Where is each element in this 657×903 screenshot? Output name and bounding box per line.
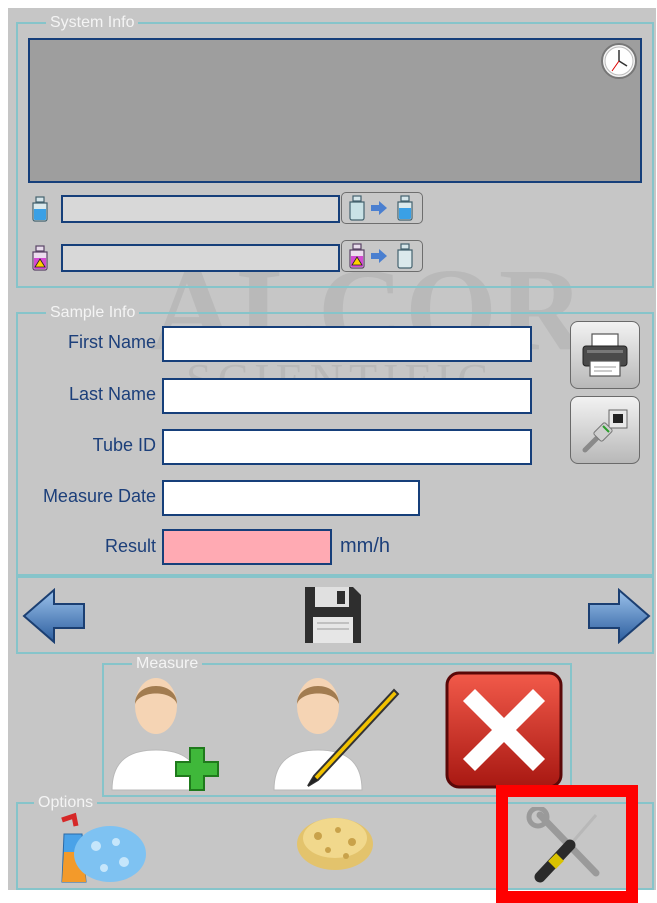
first-name-label: First Name bbox=[67, 332, 156, 352]
spray-sponge-icon[interactable] bbox=[54, 812, 148, 888]
last-name-field[interactable] bbox=[162, 378, 532, 414]
system-info-legend: System Info bbox=[50, 14, 135, 31]
wrench-screwdriver-icon[interactable] bbox=[526, 805, 608, 885]
clock-icon[interactable] bbox=[600, 42, 638, 80]
app-window: ALCOR SCIENTIFIC System Info bbox=[0, 0, 657, 903]
waste-level-bar bbox=[61, 244, 340, 272]
arrow-right-icon[interactable] bbox=[587, 587, 651, 645]
system-status-display bbox=[28, 38, 642, 183]
waste-transfer-button[interactable] bbox=[341, 240, 423, 272]
network-button[interactable] bbox=[570, 396, 640, 464]
cancel-x-icon[interactable] bbox=[445, 671, 563, 789]
first-name-field[interactable] bbox=[162, 326, 532, 362]
network-cable-icon bbox=[582, 409, 628, 453]
tube-id-field[interactable] bbox=[162, 429, 532, 465]
print-button[interactable] bbox=[570, 321, 640, 389]
add-person-icon[interactable] bbox=[106, 666, 240, 794]
result-label: Result bbox=[104, 536, 156, 556]
waste-transfer-icon bbox=[349, 243, 413, 269]
sponge-icon[interactable] bbox=[294, 810, 376, 874]
arrow-left-icon[interactable] bbox=[22, 587, 86, 645]
edit-person-icon[interactable] bbox=[268, 666, 402, 794]
tube-id-label: Tube ID bbox=[92, 435, 156, 455]
measure-date-label: Measure Date bbox=[42, 486, 156, 506]
reagent-transfer-button[interactable] bbox=[341, 192, 423, 224]
pink-bottle-icon bbox=[29, 245, 51, 271]
options-legend: Options bbox=[38, 794, 94, 811]
floppy-disk-icon[interactable] bbox=[303, 585, 363, 645]
sample-info-legend: Sample Info bbox=[50, 304, 136, 321]
reagent-level-bar bbox=[61, 195, 340, 223]
result-field[interactable] bbox=[162, 529, 332, 565]
result-unit: mm/h bbox=[340, 535, 390, 557]
bottle-transfer-icon bbox=[349, 195, 413, 221]
printer-icon bbox=[582, 333, 628, 377]
measure-date-field[interactable] bbox=[162, 480, 420, 516]
last-name-label: Last Name bbox=[68, 384, 156, 404]
blue-bottle-icon bbox=[29, 196, 51, 222]
